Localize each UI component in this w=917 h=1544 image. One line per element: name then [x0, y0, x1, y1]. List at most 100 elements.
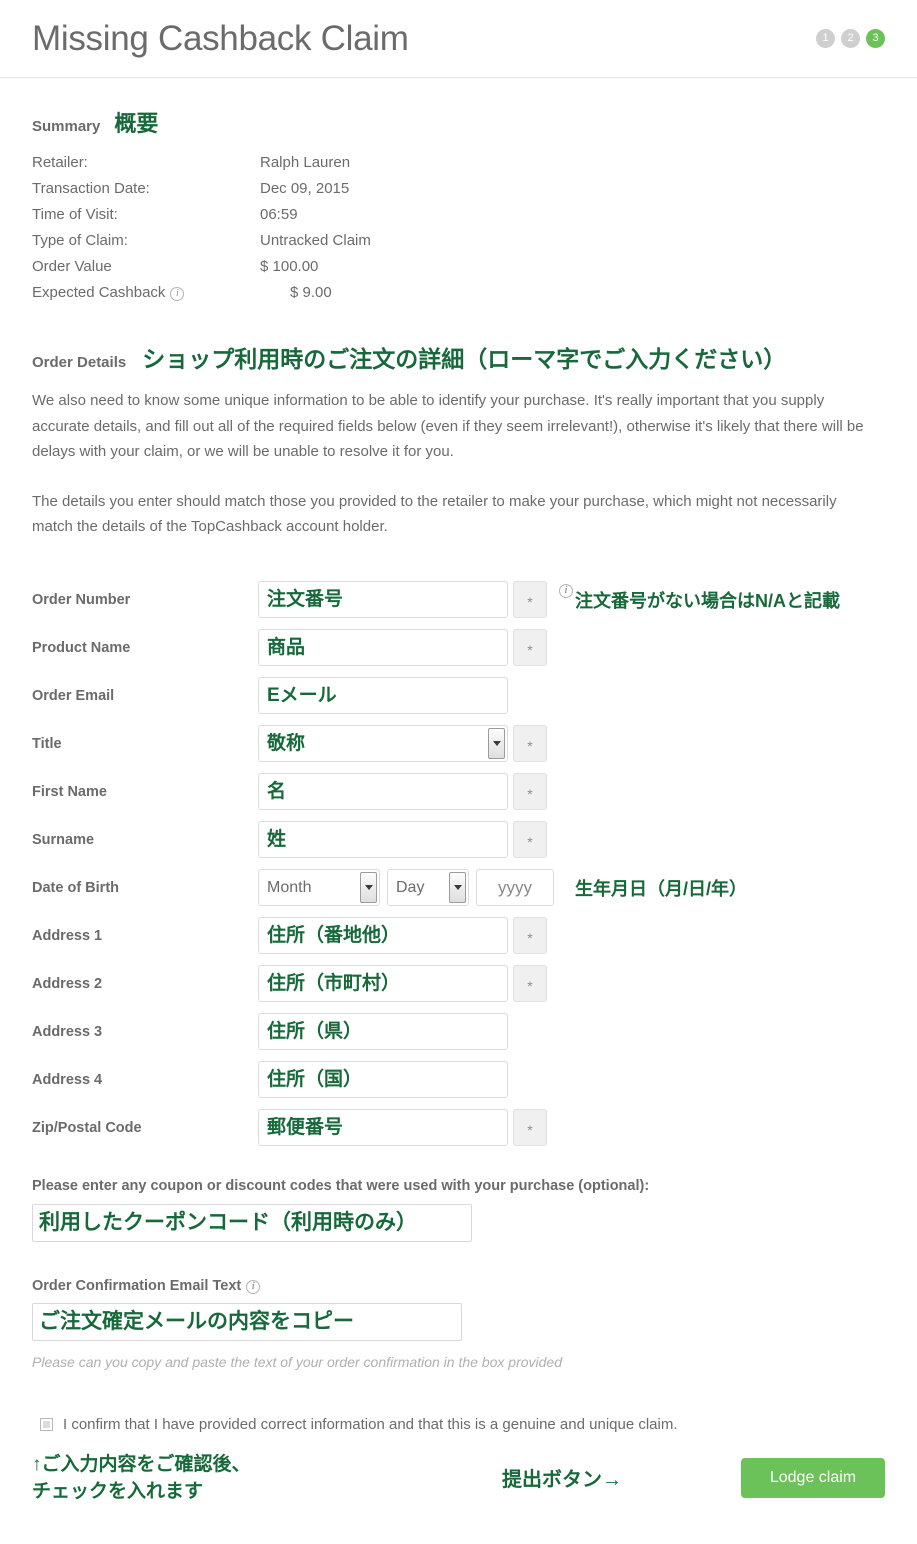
required-marker-order-number: * — [513, 581, 547, 618]
label-address-4: Address 4 — [32, 1071, 103, 1088]
label-first-name: First Name — [32, 783, 107, 800]
first-name-input[interactable] — [258, 773, 508, 810]
page-title: Missing Cashback Claim — [32, 18, 409, 58]
annotation-order-number: i 注文番号がない場合はN/Aと記載 — [559, 583, 840, 613]
surname-input[interactable] — [258, 821, 508, 858]
form-row-zip: Zip/Postal Code * — [32, 1104, 885, 1152]
order-confirmation-section: Order Confirmation Email Text i Please c… — [32, 1278, 885, 1370]
form-row-title: Title 敬称 * — [32, 720, 885, 768]
form-row-product-name: Product Name * — [32, 624, 885, 672]
annotation-checkbox: ↑ご入力内容をご確認後、 チェックを入れます — [32, 1453, 251, 1502]
input-wrap-title: 敬称 * — [258, 725, 547, 762]
summary-label-expected-cashback-text: Expected Cashback — [32, 284, 166, 301]
address-4-input[interactable] — [258, 1061, 508, 1098]
label-address-2: Address 2 — [32, 975, 103, 992]
summary-value-expected-cashback: $ 9.00 — [290, 284, 332, 301]
summary-row-retailer: Retailer: Ralph Lauren — [32, 150, 885, 176]
input-wrap-order-email — [258, 677, 508, 714]
input-wrap-product-name: * — [258, 629, 547, 666]
confirm-checkbox-row: I confirm that I have provided correct i… — [32, 1416, 885, 1433]
summary-row-type-of-claim: Type of Claim: Untracked Claim — [32, 228, 885, 254]
input-wrap-address-1: * — [258, 917, 547, 954]
coupon-code-input[interactable] — [32, 1203, 472, 1242]
summary-label-type-of-claim: Type of Claim: — [32, 232, 128, 249]
input-wrap-address-3 — [258, 1013, 508, 1050]
summary-heading-en: Summary — [32, 118, 101, 135]
summary-value-type-of-claim: Untracked Claim — [260, 232, 371, 249]
input-wrap-first-name: * — [258, 773, 547, 810]
summary-row-expected-cashback: Expected Cashback i $ 9.00 — [32, 280, 885, 306]
required-marker-zip: * — [513, 1109, 547, 1146]
step-3[interactable]: 3 — [866, 29, 885, 48]
page-header: Missing Cashback Claim 1 2 3 — [0, 0, 917, 78]
page-content: Summary 概要 Retailer: Ralph Lauren Transa… — [0, 106, 917, 1505]
form-row-first-name: First Name * — [32, 768, 885, 816]
dob-day-shell: Day — [387, 869, 469, 906]
order-confirmation-textarea[interactable] — [32, 1302, 462, 1341]
annotation-order-number-text: 注文番号がない場合はN/Aと記載 — [575, 590, 840, 611]
info-icon[interactable]: i — [246, 1279, 261, 1294]
order-details-heading: Order Details ショップ利用時のご注文の詳細（ローマ字でご入力くださ… — [32, 340, 885, 374]
step-indicator: 1 2 3 — [816, 29, 885, 48]
address-1-input[interactable] — [258, 917, 508, 954]
dob-day-select[interactable]: Day — [387, 869, 469, 906]
order-details-paragraph-2: The details you enter should match those… — [32, 492, 837, 536]
form-row-order-number: Order Number * i 注文番号がない場合はN/Aと記載 — [32, 576, 885, 624]
dob-month-select[interactable]: Month — [258, 869, 380, 906]
label-zip: Zip/Postal Code — [32, 1119, 142, 1136]
order-confirmation-hint: Please can you copy and paste the text o… — [32, 1353, 562, 1370]
required-marker-address-2: * — [513, 965, 547, 1002]
order-details-paragraph-1: We also need to know some unique informa… — [32, 392, 864, 460]
form-row-address-2: Address 2 * — [32, 960, 885, 1008]
label-order-number: Order Number — [32, 591, 131, 608]
footer: I confirm that I have provided correct i… — [32, 1416, 885, 1505]
address-2-input[interactable] — [258, 965, 508, 1002]
required-marker-surname: * — [513, 821, 547, 858]
input-wrap-surname: * — [258, 821, 547, 858]
summary-value-retailer: Ralph Lauren — [260, 154, 351, 171]
summary-heading-jp: 概要 — [114, 111, 159, 136]
order-details-heading-en: Order Details — [32, 354, 127, 371]
summary-row-time-of-visit: Time of Visit: 06:59 — [32, 202, 885, 228]
confirm-checkbox-label: I confirm that I have provided correct i… — [63, 1415, 678, 1433]
summary-label-order-value: Order Value — [32, 258, 112, 275]
label-title: Title — [32, 735, 62, 752]
summary-value-order-value: $ 100.00 — [260, 258, 319, 275]
confirm-checkbox[interactable] — [40, 1417, 53, 1431]
dob-year-input[interactable] — [476, 869, 554, 906]
form-row-address-1: Address 1 * — [32, 912, 885, 960]
order-email-input[interactable] — [258, 677, 508, 714]
label-order-email: Order Email — [32, 687, 115, 704]
lodge-claim-button[interactable]: Lodge claim — [741, 1457, 885, 1498]
order-details-heading-jp: ショップ利用時のご注文の詳細（ローマ字でご入力ください） — [142, 346, 787, 372]
footer-actions: ↑ご入力内容をご確認後、 チェックを入れます 提出ボタン→ Lodge clai… — [32, 1451, 885, 1505]
dob-month-shell: Month — [258, 869, 380, 906]
label-surname: Surname — [32, 831, 95, 848]
summary-label-time-of-visit: Time of Visit: — [32, 206, 118, 223]
step-2[interactable]: 2 — [841, 29, 860, 48]
form-row-address-4: Address 4 — [32, 1056, 885, 1104]
title-select[interactable]: 敬称 — [258, 725, 508, 762]
required-marker-product-name: * — [513, 629, 547, 666]
order-details-form: Order Number * i 注文番号がない場合はN/Aと記載 Produc… — [32, 576, 885, 1152]
title-select-shell: 敬称 — [258, 725, 508, 762]
form-row-address-3: Address 3 — [32, 1008, 885, 1056]
summary-label-expected-cashback: Expected Cashback i — [32, 280, 260, 306]
order-number-input[interactable] — [258, 581, 508, 618]
required-marker-title: * — [513, 725, 547, 762]
zip-input[interactable] — [258, 1109, 508, 1146]
input-wrap-address-2: * — [258, 965, 547, 1002]
required-marker-address-1: * — [513, 917, 547, 954]
input-wrap-order-number: * — [258, 581, 547, 618]
address-3-input[interactable] — [258, 1013, 508, 1050]
annotation-date-of-birth: 生年月日（月/日/年） — [575, 878, 748, 899]
step-1[interactable]: 1 — [816, 29, 835, 48]
summary-value-time-of-visit: 06:59 — [260, 206, 298, 223]
summary-row-transaction-date: Transaction Date: Dec 09, 2015 — [32, 176, 885, 202]
label-date-of-birth: Date of Birth — [32, 879, 119, 896]
product-name-input[interactable] — [258, 629, 508, 666]
summary-label-retailer: Retailer: — [32, 154, 88, 171]
info-icon[interactable]: i — [559, 583, 573, 598]
summary-table: Retailer: Ralph Lauren Transaction Date:… — [32, 150, 885, 306]
info-icon[interactable]: i — [170, 287, 185, 301]
